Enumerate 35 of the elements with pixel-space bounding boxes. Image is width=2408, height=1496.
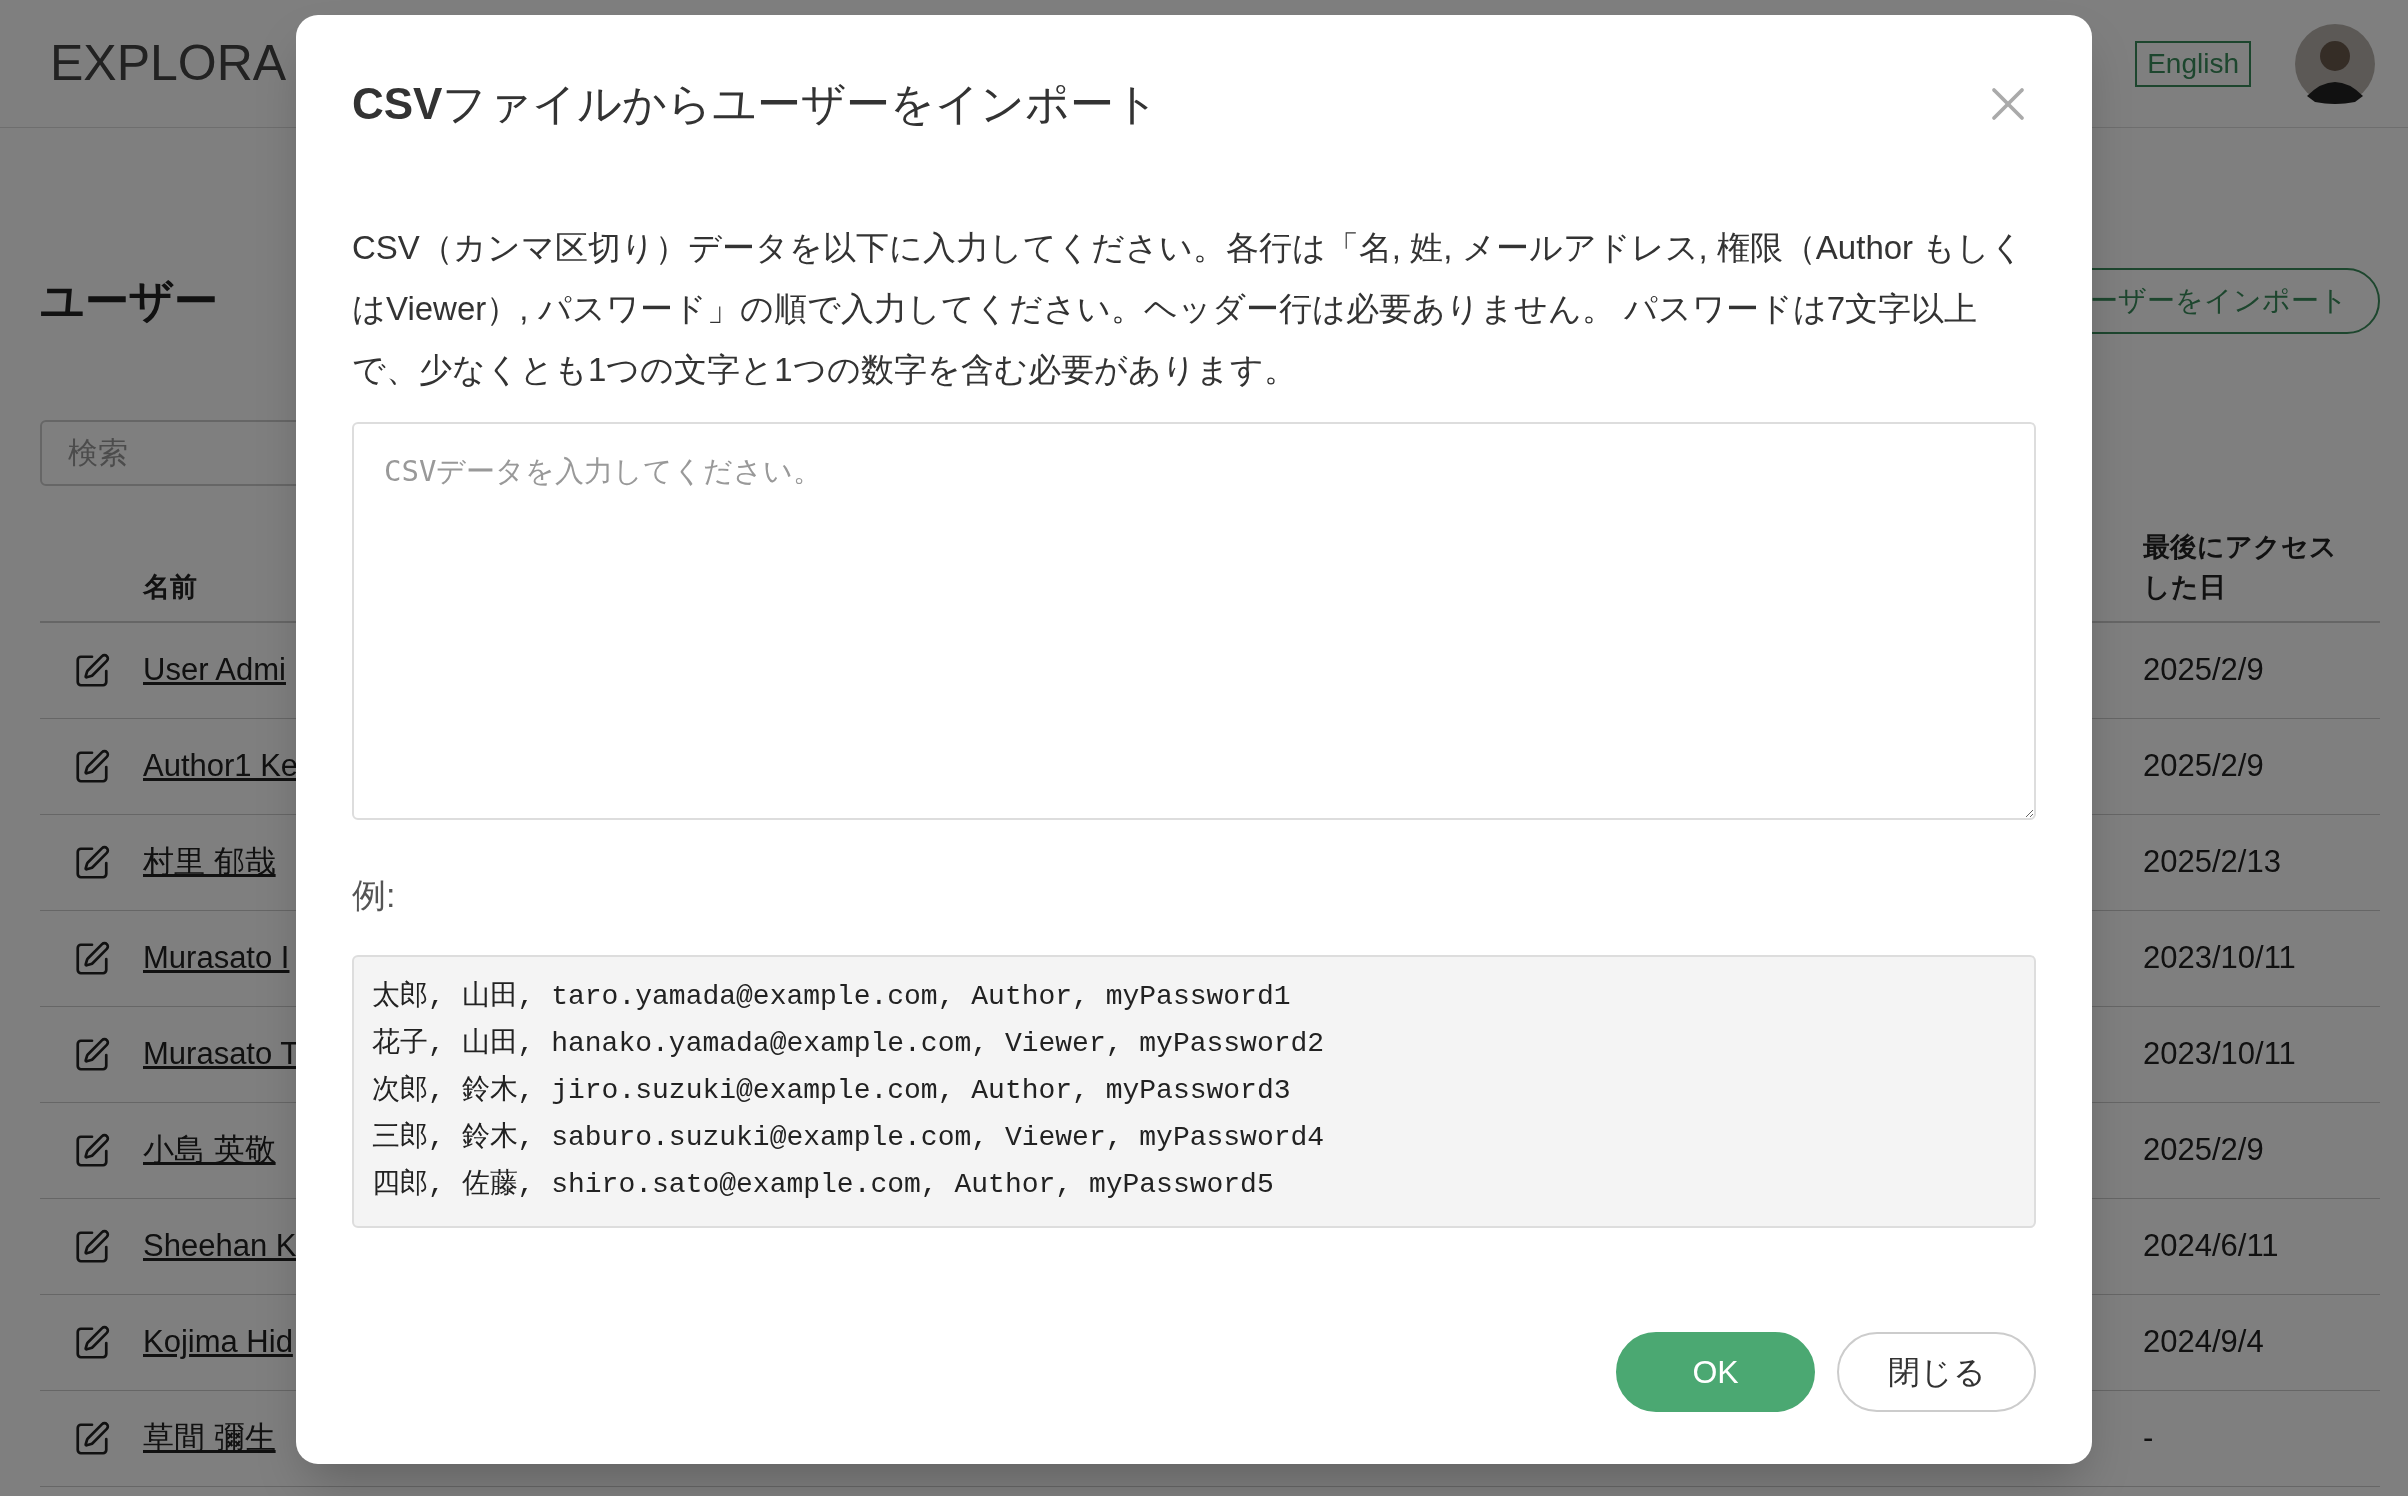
code-line: 四郎, 佐藤, shiro.sato@example.com, Author, myPassword5 [372,1167,1274,1202]
code-line: 花子, 山田, hanako.yamada@example.com, Viewer, myPassword2 [372,1027,1325,1061]
table-cell-text: 2024/9/4 [2143,1323,2265,1362]
table-cell-text: - [2143,1419,2155,1458]
table-cell-text: 2025/2/9 [2143,1131,2265,1170]
close-button[interactable]: 閉じる [1837,1332,2036,1412]
page-title: ユーザー [40,275,218,327]
user-link[interactable]: Kojima Hid [143,1324,293,1360]
column-header: 名前 [143,570,198,604]
table-cell-text: 2023/10/11 [2143,939,2297,978]
dialog-title: CSVファイルからユーザーをインポート [352,78,1160,130]
code-line: 三郎, 鈴木, saburo.suzuki@example.com, Viewer, myPassword4 [372,1120,1325,1155]
code-line: 太郎, 山田, taro.yamada@example.com, Author, myPassword1 [372,979,1291,1014]
csv-text-field[interactable]: CSVデータを入力してください。 [352,422,2036,820]
user-link[interactable]: Sheehan K [143,1228,297,1264]
user-link[interactable]: Murasato T [143,1036,300,1072]
table-cell-text: 2025/2/13 [2143,843,2282,882]
ok-button[interactable]: OK [1616,1332,1815,1412]
user-link[interactable]: 村里 郁哉 [143,844,276,880]
table-cell-text: 2025/2/9 [2143,651,2265,690]
example-label: 例: [352,875,397,916]
column-header: 最後にアクセスした日 [2143,531,2338,604]
user-link[interactable]: Murasato I [143,940,290,976]
language-button[interactable]: English [2135,40,2251,87]
instructions-text: CSV（カンマ区切り）データを以下に入力してください。各行は「名, 姓, メールアドレス, 権限（Author もしくはViewer）, パスワード」の順で入力してください。ヘッダー行は必要ありません。 パスワードは7文字以上で、少なくとも1つの文字と1つの数字を含む必要があります。 [352,228,2026,390]
user-link[interactable]: User Admi [143,652,286,688]
user-link[interactable]: Author1 Ke [143,748,299,784]
table-cell-text: 2024/6/11 [2143,1227,2280,1266]
table-cell-text: 2025/2/9 [2143,747,2265,786]
user-link[interactable]: 小島 英敬 [143,1132,276,1168]
code-line: 次郎, 鈴木, jiro.suzuki@example.com, Author, myPassword3 [372,1073,1291,1108]
table-cell-text: 2023/10/11 [2143,1035,2297,1074]
user-link[interactable]: 草間 彌生 [143,1420,276,1456]
logo: EXPLORA [50,34,287,93]
avatar-icon[interactable] [2295,23,2375,104]
